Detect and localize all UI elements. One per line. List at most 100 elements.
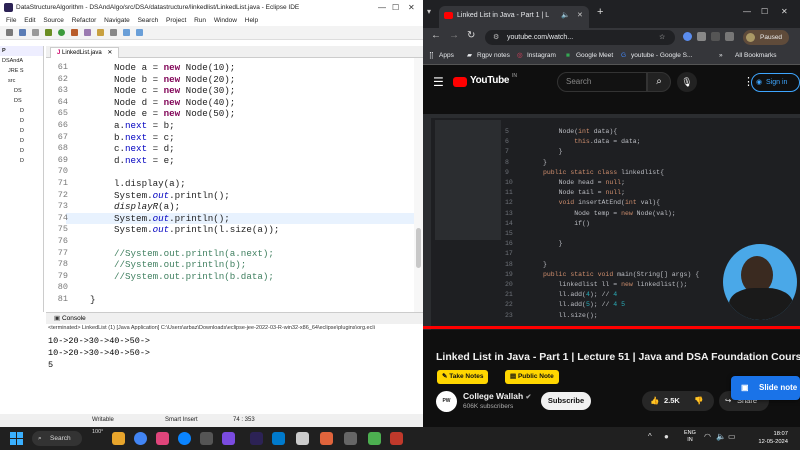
- search-icon[interactable]: [109, 29, 117, 36]
- code-line[interactable]: //System.out.println(a.next);: [114, 248, 274, 259]
- file-explorer-icon[interactable]: [112, 432, 125, 445]
- channel-avatar[interactable]: PW: [436, 391, 457, 412]
- windows-start-icon[interactable]: [10, 432, 23, 445]
- taskbar-app-icon[interactable]: [200, 432, 213, 445]
- open-type-icon[interactable]: [96, 29, 104, 36]
- sign-in-button[interactable]: ◉ Sign in: [751, 73, 800, 92]
- new-tab-icon[interactable]: +: [597, 6, 603, 18]
- language-indicator[interactable]: ENG IN: [684, 430, 696, 444]
- code-line[interactable]: System.out.println(l.size(a));: [114, 224, 279, 235]
- tree-item-pkg[interactable]: D: [0, 116, 43, 126]
- youtube-logo-text[interactable]: YouTube: [470, 75, 510, 86]
- minimize-icon[interactable]: —: [743, 7, 751, 16]
- stop-icon[interactable]: [70, 29, 78, 36]
- youtube-logo-icon[interactable]: [453, 77, 467, 87]
- menu-source[interactable]: Source: [43, 17, 64, 24]
- package-explorer-tab[interactable]: P: [0, 46, 43, 56]
- close-tab-icon[interactable]: ✕: [107, 50, 112, 56]
- bookmark-meet[interactable]: Google Meet: [576, 47, 613, 65]
- tree-item-pkg[interactable]: D: [0, 156, 43, 166]
- youtube-search-input[interactable]: Search: [557, 72, 647, 92]
- extension-icon[interactable]: [683, 32, 692, 41]
- chrome-icon[interactable]: [134, 432, 147, 445]
- menu-window[interactable]: Window: [214, 17, 237, 24]
- public-note-button[interactable]: ▤ Public Note: [505, 370, 559, 384]
- clock[interactable]: 18:07 12-05-2024: [742, 430, 788, 446]
- forward-icon[interactable]: →: [449, 30, 459, 41]
- code-line[interactable]: b.next = c;: [114, 132, 175, 143]
- tray-icon[interactable]: ●: [664, 432, 669, 441]
- back-icon[interactable]: [122, 29, 130, 36]
- debug-icon[interactable]: [44, 29, 52, 36]
- tree-item-pkg[interactable]: D: [0, 146, 43, 156]
- code-line[interactable]: a.next = b;: [114, 120, 175, 131]
- code-line[interactable]: //System.out.println(b.data);: [114, 271, 274, 282]
- subscribe-button[interactable]: Subscribe: [541, 392, 591, 410]
- console-tab[interactable]: ▣ Console: [46, 313, 423, 324]
- address-bar[interactable]: ⚙ youtube.com/watch... ☆: [485, 30, 675, 45]
- take-notes-button[interactable]: ✎ Take Notes: [437, 370, 489, 384]
- code-line[interactable]: System.out.println();: [114, 213, 230, 224]
- tree-item-src[interactable]: src: [0, 76, 43, 86]
- dislike-icon[interactable]: 👎: [694, 391, 703, 411]
- tree-item-pkg[interactable]: DS: [0, 86, 43, 96]
- editor-scrollbar[interactable]: [414, 58, 423, 312]
- taskbar-app-icon[interactable]: [368, 432, 381, 445]
- extension-icon[interactable]: [697, 32, 706, 41]
- channel-name[interactable]: College Wallah ✔: [463, 391, 531, 401]
- speaker-icon[interactable]: 🔈: [561, 6, 570, 26]
- bookmark-instagram[interactable]: Instagram: [527, 47, 556, 65]
- volume-icon[interactable]: 🔈: [716, 432, 726, 441]
- tree-item-pkg[interactable]: D: [0, 126, 43, 136]
- menu-refactor[interactable]: Refactor: [72, 17, 97, 24]
- taskbar-app-icon[interactable]: [344, 432, 357, 445]
- code-line[interactable]: }: [90, 294, 96, 305]
- menu-project[interactable]: Project: [166, 17, 186, 24]
- progress-bar[interactable]: [423, 326, 800, 329]
- taskbar-app-icon[interactable]: [296, 432, 309, 445]
- code-line[interactable]: //System.out.println(b);: [114, 259, 246, 270]
- print-icon[interactable]: [31, 29, 39, 36]
- close-icon[interactable]: ✕: [408, 0, 415, 15]
- code-line[interactable]: System.out.println();: [114, 190, 230, 201]
- profile-paused-button[interactable]: Paused: [743, 30, 789, 45]
- menu-help[interactable]: Help: [245, 17, 258, 24]
- new-class-icon[interactable]: [83, 29, 91, 36]
- tab-search-icon[interactable]: ▾: [427, 7, 431, 16]
- all-bookmarks[interactable]: All Bookmarks: [735, 47, 800, 65]
- scrollbar-thumb[interactable]: [416, 228, 421, 268]
- taskbar-app-icon[interactable]: [222, 432, 235, 445]
- minimize-icon[interactable]: —: [378, 0, 386, 15]
- new-icon[interactable]: [6, 29, 13, 36]
- menu-edit[interactable]: Edit: [24, 17, 35, 24]
- tree-item-project[interactable]: DSAndA: [0, 56, 43, 66]
- code-line[interactable]: c.next = d;: [114, 143, 175, 154]
- menu-run[interactable]: Run: [194, 17, 206, 24]
- close-tab-icon[interactable]: ✕: [577, 6, 583, 26]
- reload-icon[interactable]: ↻: [467, 30, 475, 41]
- tab-linkedlist-java[interactable]: J LinkedList.java ✕: [50, 47, 120, 58]
- vscode-icon[interactable]: [272, 432, 285, 445]
- maximize-icon[interactable]: ☐: [761, 7, 768, 16]
- eclipse-taskbar-icon[interactable]: [250, 432, 263, 445]
- mic-icon[interactable]: 🎙: [677, 72, 697, 92]
- slide-note-button[interactable]: ▣ Slide note: [731, 376, 800, 400]
- apps-icon[interactable]: ⣿: [429, 47, 434, 65]
- edge-icon[interactable]: [178, 432, 191, 445]
- taskbar-app-icon[interactable]: [156, 432, 169, 445]
- wifi-icon[interactable]: ◠: [704, 432, 711, 441]
- code-line[interactable]: Node e = new Node(50);: [114, 108, 235, 119]
- save-icon[interactable]: [18, 29, 26, 36]
- tree-item-pkg[interactable]: DS: [0, 96, 43, 106]
- run-icon[interactable]: [57, 29, 65, 36]
- tree-item-jre[interactable]: JRE S: [0, 66, 43, 76]
- close-icon[interactable]: ✕: [781, 7, 788, 16]
- youtube-search-button[interactable]: ⌕: [647, 72, 671, 92]
- tree-item-pkg[interactable]: D: [0, 136, 43, 146]
- video-player[interactable]: 5 Node(int data){6 this.data = data; 7 } 8…: [423, 114, 800, 330]
- weather-temp[interactable]: 100°: [92, 429, 103, 435]
- code-line[interactable]: Node d = new Node(40);: [114, 97, 235, 108]
- taskbar-search[interactable]: ⌕ Search: [32, 431, 82, 446]
- code-line[interactable]: Node c = new Node(30);: [114, 85, 235, 96]
- code-line[interactable]: Node b = new Node(20);: [114, 74, 235, 85]
